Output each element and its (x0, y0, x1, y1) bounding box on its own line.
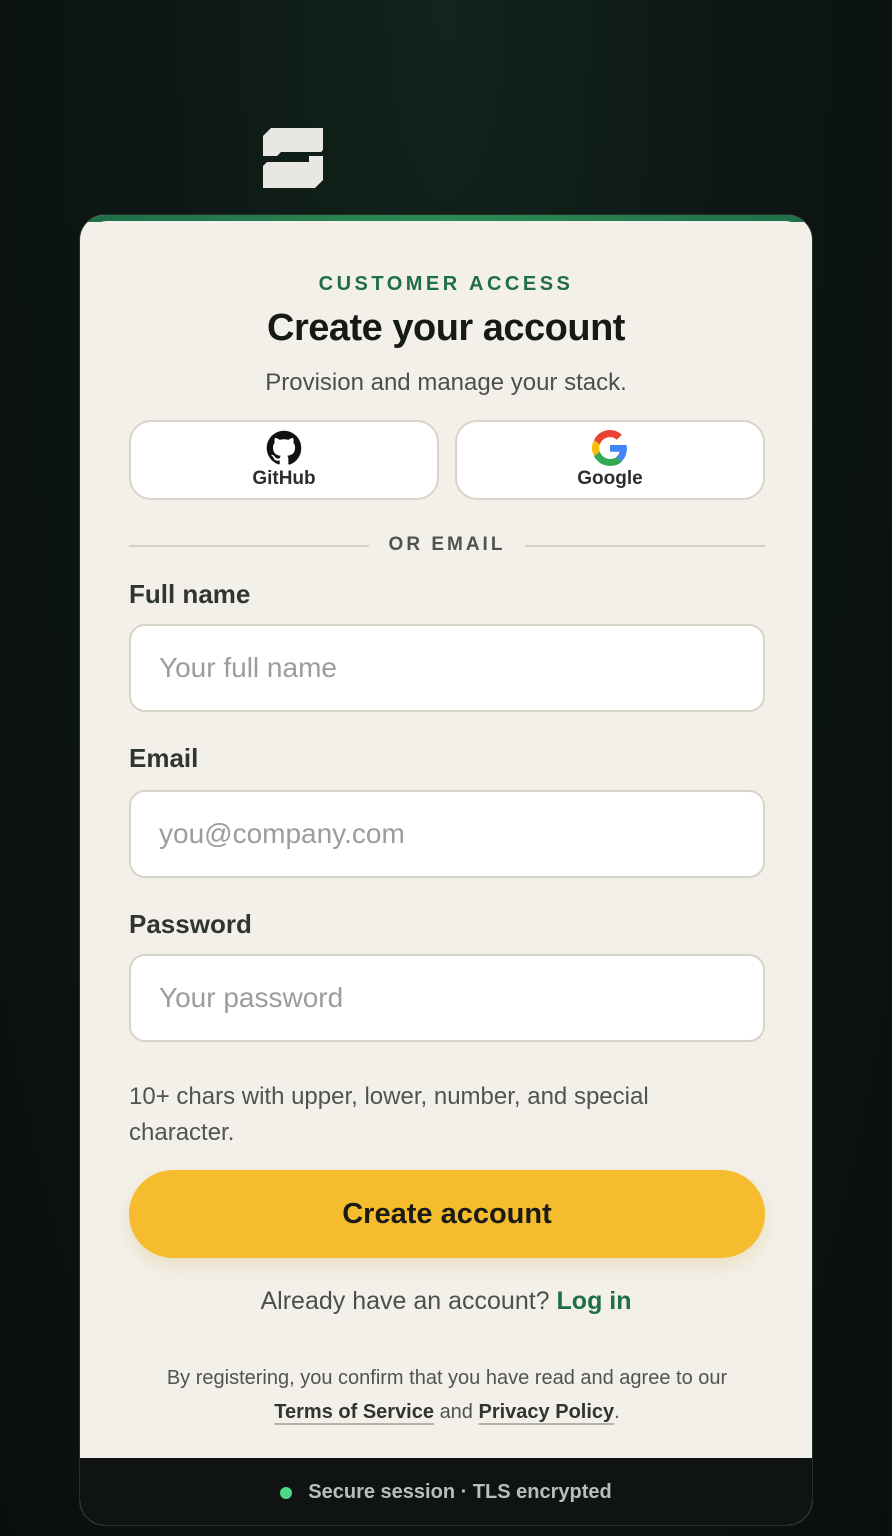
github-icon (266, 430, 302, 465)
login-prompt-text: Already have an account? (260, 1287, 550, 1315)
legal-prefix: By registering, you confirm that you hav… (166, 1367, 728, 1389)
legal-suffix: . (614, 1401, 620, 1423)
secure-session-footer: Secure session · TLS encrypted (80, 1458, 812, 1525)
status-dot-icon (280, 1486, 293, 1499)
password-input[interactable] (129, 954, 765, 1042)
github-button[interactable]: GitHub (129, 420, 439, 500)
create-account-button[interactable]: Create account (129, 1170, 765, 1258)
terms-of-service-link[interactable]: Terms of Service (274, 1401, 434, 1423)
legal-and: and (439, 1401, 473, 1423)
password-hint: 10+ chars with upper, lower, number, and… (129, 1083, 649, 1146)
signup-card: CUSTOMER ACCESS Create your account Prov… (79, 214, 813, 1526)
divider-line-right (525, 545, 765, 547)
full-name-label: Full name (129, 579, 251, 609)
google-button[interactable]: Google (455, 420, 765, 500)
card-body: CUSTOMER ACCESS Create your account Prov… (87, 221, 805, 1461)
secure-session-text: Secure session · TLS encrypted (308, 1481, 612, 1503)
login-prompt: Already have an account? Log in (87, 1287, 805, 1316)
privacy-policy-link[interactable]: Privacy Policy (479, 1401, 615, 1423)
legal-notice: By registering, you confirm that you hav… (127, 1361, 767, 1429)
email-input[interactable] (129, 790, 765, 878)
github-button-label: GitHub (252, 468, 316, 489)
password-label: Password (129, 909, 252, 939)
google-icon (592, 430, 627, 466)
or-email-divider: OR EMAIL (129, 534, 765, 558)
full-name-input[interactable] (129, 624, 765, 712)
page-title: Create your account (267, 307, 625, 349)
email-label: Email (129, 743, 199, 773)
google-button-label: Google (577, 468, 643, 489)
page-subtitle: Provision and manage your stack. (265, 369, 627, 396)
login-link[interactable]: Log in (557, 1287, 632, 1315)
stacked-s-logo-icon (263, 128, 323, 188)
eyebrow-label: CUSTOMER ACCESS (318, 273, 574, 295)
